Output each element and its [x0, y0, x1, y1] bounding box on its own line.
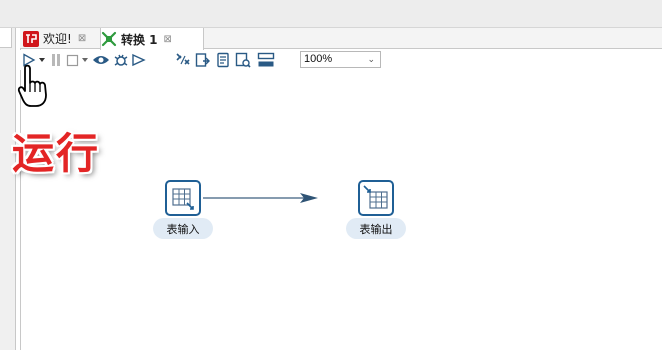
- table-input-icon: [165, 180, 201, 216]
- step-table-output[interactable]: 表输出: [346, 180, 406, 250]
- table-output-icon: [358, 180, 394, 216]
- hop-arrow[interactable]: [0, 0, 662, 350]
- step-label: 表输出: [346, 218, 406, 239]
- step-table-input[interactable]: 表输入: [153, 180, 213, 250]
- step-label: 表输入: [153, 218, 213, 239]
